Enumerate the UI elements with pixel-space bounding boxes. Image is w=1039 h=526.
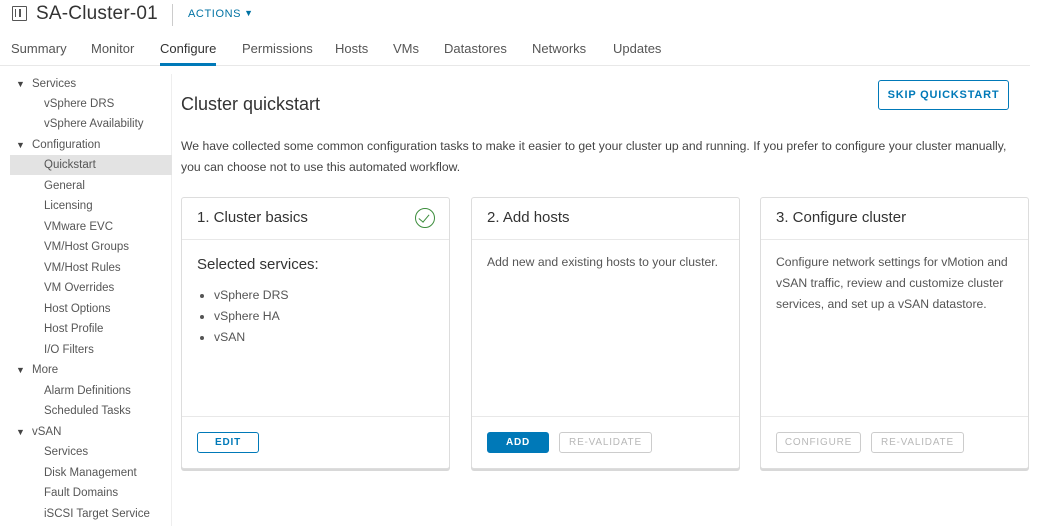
tab-configure[interactable]: Configure — [160, 41, 217, 66]
revalidate-button[interactable]: RE-VALIDATE — [871, 432, 964, 453]
sidebar-item-vmware-evc[interactable]: VMware EVC — [10, 217, 172, 237]
sidebar-item-vsphere-availability[interactable]: vSphere Availability — [10, 114, 172, 134]
selected-services-heading: Selected services: — [197, 256, 319, 273]
tab-summary[interactable]: Summary — [11, 41, 67, 66]
sidebar-item-io-filters[interactable]: I/O Filters — [10, 340, 172, 360]
caret-down-icon: ▼ — [16, 79, 25, 89]
sidebar-item-vm-overrides[interactable]: VM Overrides — [10, 278, 172, 298]
sidebar-item-vm-host-rules[interactable]: VM/Host Rules — [10, 258, 172, 278]
chevron-down-icon: ▼ — [244, 8, 254, 18]
caret-down-icon: ▼ — [16, 140, 25, 150]
card-title: 1. Cluster basics — [197, 209, 308, 226]
card-configure-cluster: 3. Configure cluster Configure network s… — [760, 197, 1029, 469]
sidebar-item-label: vSAN — [32, 426, 62, 438]
card-footer: ADD RE-VALIDATE — [472, 416, 739, 468]
tab-permissions[interactable]: Permissions — [242, 41, 313, 66]
list-item: vSphere DRS — [197, 285, 437, 306]
sidebar-item-iscsi-target-service[interactable]: iSCSI Target Service — [10, 504, 172, 524]
card-title: 3. Configure cluster — [776, 209, 907, 226]
edit-button[interactable]: EDIT — [197, 432, 259, 453]
sidebar-item-label: Services — [32, 78, 77, 90]
sidebar-item-general[interactable]: General — [10, 176, 172, 196]
object-header: SA-Cluster-01 ACTIONS ▼ — [0, 0, 1039, 32]
sidebar-item-vm-host-groups[interactable]: VM/Host Groups — [10, 237, 172, 257]
card-body: Configure network settings for vMotion a… — [776, 255, 1008, 311]
list-item: vSphere HA — [197, 306, 437, 327]
sidebar: ▼ Services vSphere DRS vSphere Availabili… — [10, 74, 172, 526]
service-list: vSphere DRS vSphere HA vSAN — [197, 285, 437, 348]
sidebar-item-vsphere-drs[interactable]: vSphere DRS — [10, 94, 172, 114]
list-item: vSAN — [197, 327, 437, 348]
sidebar-item-host-profile[interactable]: Host Profile — [10, 319, 172, 339]
card-add-hosts: 2. Add hosts Add new and existing hosts … — [471, 197, 740, 469]
intro-text: We have collected some common configurat… — [181, 139, 1007, 174]
revalidate-button[interactable]: RE-VALIDATE — [559, 432, 652, 453]
actions-menu-button[interactable]: ACTIONS ▼ — [188, 8, 254, 20]
tab-networks[interactable]: Networks — [532, 41, 586, 66]
tab-updates[interactable]: Updates — [613, 41, 661, 66]
sidebar-item-host-options[interactable]: Host Options — [10, 299, 172, 319]
card-footer: CONFIGURE RE-VALIDATE — [761, 416, 1028, 468]
sidebar-group-configuration[interactable]: ▼ Configuration — [10, 135, 172, 155]
tab-monitor[interactable]: Monitor — [91, 41, 134, 66]
header-divider — [172, 4, 173, 26]
sidebar-group-vsan[interactable]: ▼ vSAN — [10, 422, 172, 442]
configure-button[interactable]: CONFIGURE — [776, 432, 861, 453]
tab-hosts[interactable]: Hosts — [335, 41, 368, 66]
card-footer: EDIT — [182, 416, 449, 468]
caret-down-icon: ▼ — [16, 365, 25, 375]
sidebar-item-quickstart[interactable]: Quickstart — [10, 155, 172, 175]
card-header: 2. Add hosts — [472, 198, 739, 240]
section-title: Cluster quickstart — [181, 94, 321, 114]
check-circle-icon — [415, 208, 435, 228]
tab-bar: Summary Monitor Configure Permissions Ho… — [0, 38, 1030, 66]
add-button[interactable]: ADD — [487, 432, 549, 453]
caret-down-icon: ▼ — [16, 427, 25, 437]
sidebar-item-alarm-definitions[interactable]: Alarm Definitions — [10, 381, 172, 401]
tab-datastores[interactable]: Datastores — [444, 41, 507, 66]
sidebar-item-scheduled-tasks[interactable]: Scheduled Tasks — [10, 401, 172, 421]
sidebar-item-label: Configuration — [32, 139, 101, 151]
sidebar-group-more[interactable]: ▼ More — [10, 360, 172, 380]
sidebar-item-fault-domains[interactable]: Fault Domains — [10, 483, 172, 503]
card-title: 2. Add hosts — [487, 209, 570, 226]
card-cluster-basics: 1. Cluster basics Selected services: vSp… — [181, 197, 450, 469]
card-body: Add new and existing hosts to your clust… — [487, 255, 719, 269]
sidebar-item-vsan-services[interactable]: Services — [10, 442, 172, 462]
tab-vms[interactable]: VMs — [393, 41, 419, 66]
actions-label: ACTIONS — [188, 8, 242, 20]
page-title: SA-Cluster-01 — [36, 3, 158, 24]
sidebar-item-label: More — [32, 364, 59, 376]
card-header: 1. Cluster basics — [182, 198, 449, 240]
sidebar-item-disk-management[interactable]: Disk Management — [10, 463, 172, 483]
sidebar-group-services[interactable]: ▼ Services — [10, 74, 172, 94]
sidebar-item-licensing[interactable]: Licensing — [10, 196, 172, 216]
skip-quickstart-button[interactable]: SKIP QUICKSTART — [878, 80, 1009, 110]
card-body: Selected services: vSphere DRS vSphere H… — [197, 252, 437, 348]
card-header: 3. Configure cluster — [761, 198, 1028, 240]
cluster-icon — [12, 6, 27, 21]
